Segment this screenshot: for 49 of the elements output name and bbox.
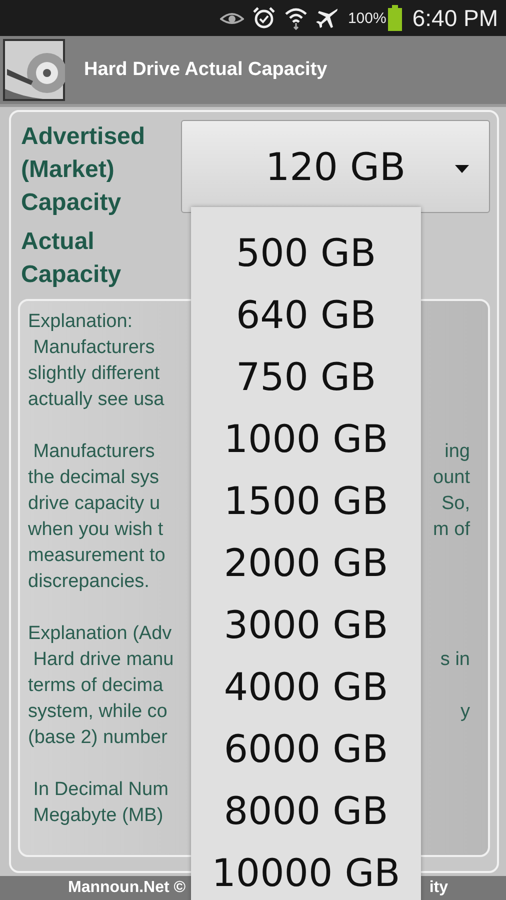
explanation-text: ount — [433, 466, 470, 490]
eye-icon — [220, 10, 244, 26]
dropdown-option[interactable]: 2000 GB — [224, 532, 388, 594]
capacity-dropdown[interactable]: 120 GB — [181, 120, 490, 213]
alarm-clock-icon — [252, 6, 276, 30]
dropdown-option[interactable]: 6000 GB — [224, 718, 388, 780]
dropdown-option[interactable]: 1500 GB — [224, 470, 388, 532]
field-label: Advertised (Market) Capacity — [20, 122, 146, 218]
wifi-icon — [284, 6, 308, 30]
explanation-text: Manufacturers — [32, 440, 155, 464]
explanation-text: the decimal sys — [28, 466, 159, 490]
caret-icon — [455, 165, 469, 173]
hard-drive-icon — [3, 39, 65, 101]
footer-text: ity — [429, 878, 448, 898]
dropdown-option[interactable]: 10000 GB — [212, 842, 400, 900]
battery-icon — [388, 5, 402, 31]
field-label: Actual Capacity — [20, 227, 122, 290]
explanation-text: slightly different — [28, 362, 160, 386]
dropdown-option[interactable]: 8000 GB — [224, 780, 388, 842]
clock-time: 6:40 PM — [412, 4, 498, 32]
explanation-text: terms of decima — [28, 674, 164, 698]
explanation-text: y — [460, 700, 470, 724]
dropdown-option[interactable]: 1000 GB — [224, 408, 388, 470]
explanation-text: when you wish t — [28, 518, 164, 542]
explanation-text: measurement to — [28, 544, 166, 568]
explanation-text: So, — [441, 492, 470, 516]
explanation-text: Explanation: — [28, 310, 133, 334]
explanation-text: Explanation (Adv — [28, 622, 172, 646]
airplane-icon — [316, 6, 340, 30]
explanation-text: m of — [433, 518, 470, 542]
explanation-text: actually see usa — [28, 388, 164, 412]
dropdown-option[interactable]: 750 GB — [236, 346, 376, 408]
explanation-text: drive capacity u — [28, 492, 160, 516]
explanation-text: (base 2) number — [28, 726, 168, 750]
explanation-text: discrepancies. — [28, 570, 150, 594]
dropdown-option[interactable]: 4000 GB — [224, 656, 388, 718]
explanation-text: Manufacturers — [32, 336, 155, 360]
explanation-text: system, while co — [28, 700, 168, 724]
app-title: Hard Drive Actual Capacity — [84, 59, 328, 81]
explanation-text: s in — [440, 648, 470, 672]
explanation-text: Megabyte (MB) — [32, 804, 164, 828]
dropdown-option[interactable]: 500 GB — [236, 222, 376, 284]
dropdown-option[interactable]: 3000 GB — [224, 594, 388, 656]
explanation-text: ing — [444, 440, 470, 464]
explanation-text: Hard drive manu — [32, 648, 174, 672]
battery-percentage: 100% — [348, 10, 386, 26]
explanation-text: In Decimal Num — [32, 778, 168, 802]
dropdown-option[interactable]: 640 GB — [236, 284, 376, 346]
footer-text: Mannoun.Net © — [68, 878, 186, 898]
